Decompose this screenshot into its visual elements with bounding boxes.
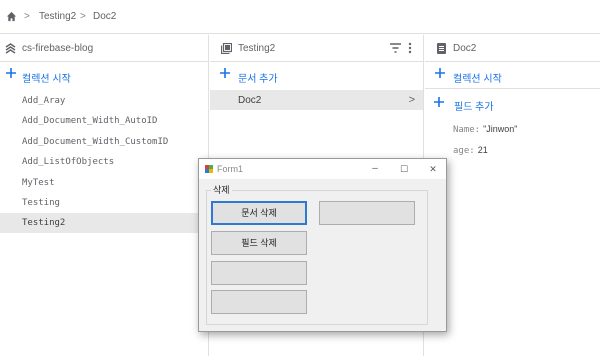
chevron-right-icon: > [80, 11, 86, 22]
plus-icon [435, 68, 445, 78]
collection-item[interactable]: Add_Document_Width_CustomID [0, 132, 209, 152]
collection-item[interactable]: MyTest [0, 173, 209, 193]
add-field-button[interactable]: 필드 추가 [425, 90, 600, 116]
add-field-label: 필드 추가 [454, 102, 494, 113]
documents-panel-title: Testing2 [238, 43, 276, 54]
start-subcollection-button[interactable]: 컬렉션 시작 [425, 63, 600, 89]
collection-name: MyTest [22, 178, 55, 188]
plus-icon [6, 68, 16, 78]
firebase-icon [5, 43, 16, 54]
document-stack-icon [221, 43, 232, 54]
collections-panel-header: cs-firebase-blog [0, 35, 208, 62]
field-row[interactable]: Name: "Jinwon" [453, 124, 518, 135]
field-value: "Jinwon" [483, 124, 518, 134]
fields-panel-title: Doc2 [453, 43, 477, 54]
add-document-button[interactable]: 문서 추가 [210, 63, 423, 89]
project-name: cs-firebase-blog [22, 43, 94, 54]
delete-group-label: 삭제 [211, 183, 232, 196]
collection-item[interactable]: Add_Aray [0, 91, 209, 111]
document-name: Doc2 [238, 95, 262, 106]
field-key: Name: [453, 125, 481, 135]
document-item-selected[interactable]: Doc2 > [210, 90, 423, 110]
close-button[interactable]: ✕ [426, 162, 440, 176]
start-collection-button[interactable]: 컬렉션 시작 [0, 63, 208, 89]
collection-item[interactable]: Add_Document_Width_AutoID [0, 111, 209, 131]
collections-panel: cs-firebase-blog 컬렉션 시작 Add_Aray Add_Doc… [0, 35, 209, 356]
delete-document-button[interactable]: 문서 삭제 [211, 201, 307, 225]
start-subcollection-label: 컬렉션 시작 [453, 74, 502, 85]
collection-item-selected[interactable]: Testing2 > [0, 213, 209, 233]
form-app-icon [205, 165, 213, 173]
collection-name: Add_Aray [22, 96, 66, 106]
field-key: age: [453, 146, 475, 156]
blank-button[interactable] [319, 201, 415, 225]
chevron-right-icon: > [24, 11, 30, 22]
breadcrumb-item-document[interactable]: Doc2 [93, 11, 116, 22]
collection-name: Testing2 [22, 218, 66, 228]
plus-icon [220, 68, 230, 78]
maximize-button[interactable]: ☐ [397, 162, 411, 176]
fields-panel: Doc2 컬렉션 시작 필드 추가 Name: "Jinwon" age: 21 [425, 35, 600, 356]
start-collection-label: 컬렉션 시작 [22, 74, 71, 85]
collection-name: Testing [22, 198, 60, 208]
home-icon[interactable] [6, 11, 17, 22]
delete-field-button[interactable]: 필드 삭제 [211, 231, 307, 255]
minimize-button[interactable]: – [368, 162, 382, 176]
field-value: 21 [477, 145, 488, 155]
chevron-right-icon: > [408, 94, 415, 106]
collection-name: Add_Document_Width_CustomID [22, 137, 169, 147]
document-icon [437, 43, 446, 54]
fields-panel-header: Doc2 [425, 35, 600, 62]
documents-panel-header: Testing2 [210, 35, 423, 62]
filter-icon[interactable] [390, 43, 401, 53]
breadcrumb-item-collection[interactable]: Testing2 [39, 11, 76, 22]
breadcrumb: > Testing2 > Doc2 [0, 0, 600, 34]
form-window: Form1 – ☐ ✕ 삭제 문서 삭제 필드 삭제 [198, 158, 447, 332]
add-document-label: 문서 추가 [238, 74, 278, 85]
more-vert-icon[interactable] [408, 42, 412, 54]
collection-item[interactable]: Add_ListOfObjects [0, 152, 209, 172]
plus-icon [434, 97, 444, 107]
collection-name: Add_Document_Width_AutoID [22, 116, 158, 126]
form-titlebar[interactable]: Form1 – ☐ ✕ [199, 159, 446, 179]
form-title: Form1 [217, 164, 244, 174]
blank-button[interactable] [211, 261, 307, 285]
collection-name: Add_ListOfObjects [22, 157, 115, 167]
blank-button[interactable] [211, 290, 307, 314]
field-row[interactable]: age: 21 [453, 145, 488, 156]
collection-item[interactable]: Testing [0, 193, 209, 213]
